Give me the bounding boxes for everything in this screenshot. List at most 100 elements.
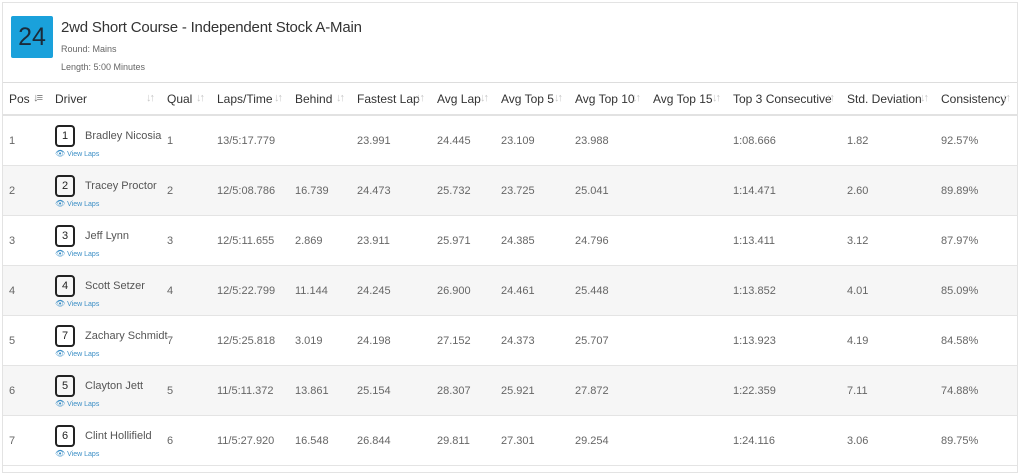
cell-pos: 3 [3,215,49,266]
cell-laps-time: 11/5:11.372 [211,365,289,416]
cell-avg-top10: 27.872 [569,365,647,416]
driver-name: Clint Hollifield [85,430,152,442]
cell-top3-consecutive: 1:13.411 [727,215,841,266]
race-round: Round: Mains [61,44,117,54]
cell-laps-time: 12/5:25.818 [211,315,289,366]
col-header-avg-lap[interactable]: Avg Lap ↓↑ [431,82,495,116]
view-laps-link[interactable]: 👁 View Laps [55,149,161,158]
driver-name: Scott Setzer [85,280,145,292]
cell-laps-time: 13/5:17.779 [211,115,289,166]
col-header-laps-time[interactable]: Laps/Time ↓↑ [211,82,289,116]
cell-avg-lap: 27.152 [431,315,495,366]
cell-avg-top15 [647,115,727,166]
sort-both-icon[interactable]: ↓↑ [416,92,425,104]
cell-behind: 2.869 [289,215,351,266]
sort-both-icon[interactable]: ↓↑ [632,92,641,104]
table-row: 4 4 Scott Setzer 👁 View Laps 4 12/5:22.799 11.1… [3,265,1017,316]
cell-avg-top15 [647,415,727,466]
cell-driver: 5 Clayton Jett 👁 View Laps [49,365,161,416]
view-laps-label: View Laps [67,451,100,458]
cell-consistency: 87.97% [935,215,1017,266]
cell-fastest-lap: 23.991 [351,115,431,166]
sort-numeric-asc-icon[interactable]: ↓≡ [33,92,43,104]
car-number-badge: 6 [55,425,75,447]
view-laps-label: View Laps [67,301,100,308]
sort-both-icon[interactable]: ↓↑ [480,92,489,104]
col-header-pos[interactable]: Pos ↓≡ [3,82,49,116]
cell-avg-top15 [647,315,727,366]
cell-avg-top10: 25.707 [569,315,647,366]
col-header-fastest-lap[interactable]: Fastest Lap ↓↑ [351,82,431,116]
sort-both-icon[interactable]: ↓↑ [920,92,929,104]
sort-both-icon[interactable]: ↓↑ [712,92,721,104]
col-header-behind[interactable]: Behind ↓↑ [289,82,351,116]
view-laps-label: View Laps [67,201,100,208]
cell-avg-top15 [647,365,727,416]
cell-top3-consecutive: 1:13.923 [727,315,841,366]
cell-top3-consecutive: 1:24.116 [727,415,841,466]
view-laps-link[interactable]: 👁 View Laps [55,299,161,308]
sort-both-icon[interactable]: ↓↑ [336,92,345,104]
sort-both-icon[interactable]: ↓↑ [1002,92,1011,104]
cell-pos: 7 [3,415,49,466]
cell-qual: 5 [161,365,211,416]
cell-top3-consecutive: 1:14.471 [727,165,841,216]
cell-qual: 4 [161,265,211,316]
sort-both-icon[interactable]: ↓↑ [554,92,563,104]
cell-behind: 13.861 [289,365,351,416]
col-header-avg-top5[interactable]: Avg Top 5 ↓↑ [495,82,569,116]
cell-driver: 6 Clint Hollifield 👁 View Laps [49,415,161,466]
view-laps-link[interactable]: 👁 View Laps [55,399,161,408]
cell-avg-top5: 23.109 [495,115,569,166]
cell-laps-time: 12/5:08.786 [211,165,289,216]
sort-both-icon[interactable]: ↓↑ [826,92,835,104]
table-row: 7 6 Clint Hollifield 👁 View Laps 6 11/5:27.920… [3,415,1017,466]
cell-avg-top10: 29.254 [569,415,647,466]
col-header-avg-top15[interactable]: Avg Top 15 ↓↑ [647,82,727,116]
col-header-std-deviation[interactable]: Std. Deviation ↓↑ [841,82,935,116]
cell-consistency: 85.09% [935,265,1017,316]
driver-name: Zachary Schmidt [85,330,168,342]
cell-std-deviation: 1.82 [841,115,935,166]
view-laps-link[interactable]: 👁 View Laps [55,249,161,258]
car-number-badge: 4 [55,275,75,297]
cell-pos: 4 [3,265,49,316]
sort-both-icon[interactable]: ↓↑ [146,92,155,104]
sort-both-icon[interactable]: ↓↑ [196,92,205,104]
col-header-avg-top10[interactable]: Avg Top 10 ↓↑ [569,82,647,116]
eye-icon: 👁 [55,299,66,308]
eye-icon: 👁 [55,199,66,208]
view-laps-link[interactable]: 👁 View Laps [55,349,161,358]
cell-avg-lap: 25.971 [431,215,495,266]
col-header-qual[interactable]: Qual ↓↑ [161,82,211,116]
view-laps-label: View Laps [67,151,100,158]
cell-avg-lap: 28.307 [431,365,495,416]
view-laps-link[interactable]: 👁 View Laps [55,199,161,208]
cell-fastest-lap: 26.844 [351,415,431,466]
col-header-driver[interactable]: Driver ↓↑ [49,82,161,116]
cell-avg-top10: 24.796 [569,215,647,266]
table-row: 6 5 Clayton Jett 👁 View Laps 5 11/5:11.372 13.8… [3,365,1017,416]
cell-std-deviation: 4.01 [841,265,935,316]
cell-std-deviation: 4.19 [841,315,935,366]
eye-icon: 👁 [55,249,66,258]
view-laps-link[interactable]: 👁 View Laps [55,449,161,458]
cell-consistency: 89.89% [935,165,1017,216]
cell-consistency: 89.75% [935,415,1017,466]
cell-laps-time: 12/5:22.799 [211,265,289,316]
col-header-consistency[interactable]: Consistency ↓↑ [935,82,1017,116]
cell-pos: 6 [3,365,49,416]
race-header: 24 2wd Short Course - Independent Stock … [3,3,1017,81]
cell-avg-top5: 27.301 [495,415,569,466]
cell-avg-top15 [647,165,727,216]
table-row: 3 3 Jeff Lynn 👁 View Laps 3 12/5:11.655 2.869 23… [3,215,1017,266]
cell-std-deviation: 3.06 [841,415,935,466]
cell-qual: 7 [161,315,211,366]
cell-behind: 11.144 [289,265,351,316]
cell-avg-top5: 25.921 [495,365,569,416]
cell-fastest-lap: 25.154 [351,365,431,416]
cell-behind: 3.019 [289,315,351,366]
heat-number-badge: 24 [11,16,53,58]
col-header-top3-consecutive[interactable]: Top 3 Consecutive ↓↑ [727,82,841,116]
sort-both-icon[interactable]: ↓↑ [274,92,283,104]
